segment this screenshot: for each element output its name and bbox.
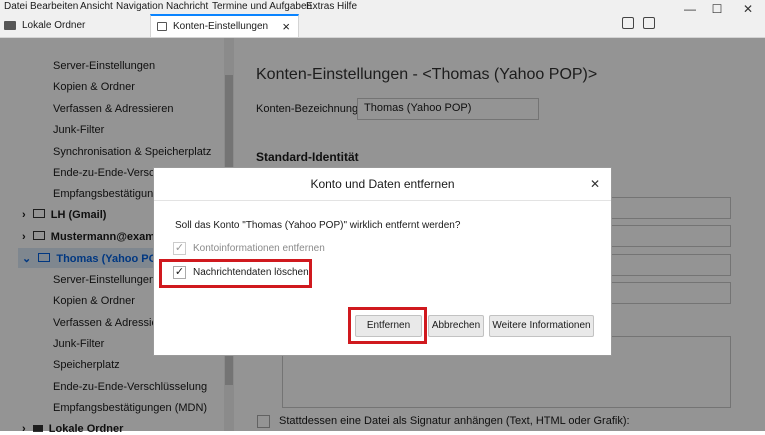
menu-termine[interactable]: Termine und Aufgaben [212, 1, 312, 12]
menu-nachricht[interactable]: Nachricht [166, 1, 208, 12]
calendar-icon[interactable] [622, 17, 634, 29]
remove-account-dialog: Konto und Daten entfernen ✕ Soll das Kon… [153, 167, 612, 356]
dialog-close-icon[interactable]: ✕ [585, 174, 605, 194]
menu-ansicht[interactable]: Ansicht [80, 1, 113, 12]
cancel-button[interactable]: Abbrechen [428, 315, 484, 337]
dialog-title: Konto und Daten entfernen [154, 168, 611, 201]
tab-lokale-ordner[interactable]: Lokale Ordner [4, 14, 144, 37]
settings-page-icon [157, 22, 167, 31]
menu-hilfe[interactable]: Hilfe [337, 1, 357, 12]
more-info-button[interactable]: Weitere Informationen [489, 315, 594, 337]
highlight-box [348, 307, 427, 344]
highlight-box [159, 259, 312, 288]
kontoinfo-label: Kontoinformationen entfernen [193, 243, 325, 254]
menu-navigation[interactable]: Navigation [116, 1, 163, 12]
tasks-icon[interactable] [643, 17, 655, 29]
kontoinfo-checkbox[interactable]: ✓ [173, 242, 186, 255]
folder-icon [4, 21, 16, 30]
dialog-question: Soll das Konto "Thomas (Yahoo POP)" wirk… [175, 220, 461, 231]
tab-konten-einstellungen[interactable]: Konten-Einstellungen × [150, 14, 299, 37]
tab-close-icon[interactable]: × [282, 19, 290, 34]
menu-datei[interactable]: Datei [4, 1, 27, 12]
menu-bar: Datei Bearbeiten Ansicht Navigation Nach… [0, 0, 765, 16]
tab-label: Lokale Ordner [22, 20, 86, 31]
menu-bearbeiten[interactable]: Bearbeiten [30, 1, 78, 12]
menu-extras[interactable]: Extras [306, 1, 334, 12]
tab-label: Konten-Einstellungen [173, 21, 269, 32]
